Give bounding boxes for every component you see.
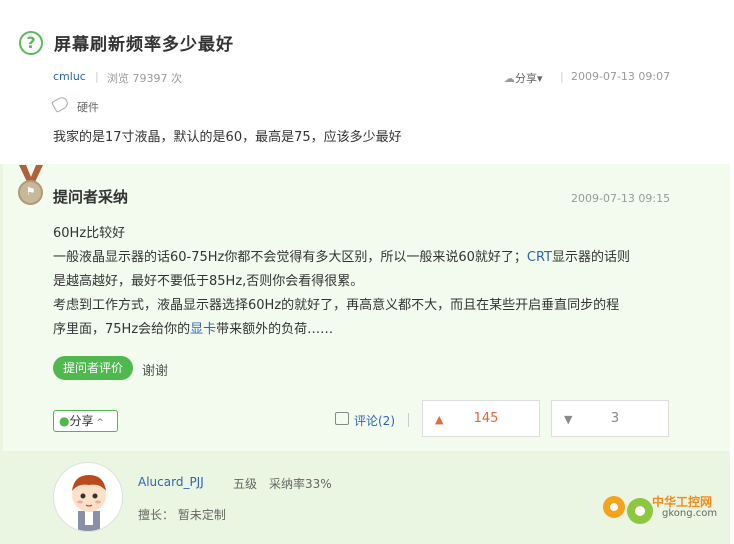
user-adopt-rate: 采纳率33% — [269, 477, 332, 491]
comment-icon — [335, 412, 349, 425]
answer-title: 提问者采纳 — [53, 188, 129, 206]
answer-line: 是越高越好，最好不要低于85Hz,否则你会看得很累。 — [53, 274, 364, 289]
answer-body: 60Hz比较好 一般液晶显示器的话60-75Hz你都不会觉得有多大区别，所以一般… — [53, 222, 673, 342]
medal-icon: ⚑ — [18, 180, 43, 205]
tag-icon — [51, 95, 70, 113]
evaluation-text: 谢谢 — [142, 364, 169, 379]
watermark-logo: 中华工控网 gkong.com — [598, 487, 728, 527]
cartoon-avatar-icon — [72, 475, 106, 531]
question-body: 我家的是17寸液晶，默认的是60，最高是75，应该多少最好 — [53, 130, 402, 145]
answerer-name-link[interactable]: Alucard_PJJ — [138, 475, 204, 489]
answer-line: 考虑到工作方式，液晶显示器选择60Hz的就好了，再高意义都不大，而且在某些开启垂… — [53, 298, 620, 313]
answer-text: 带来额外的负荷…… — [216, 322, 334, 337]
question-tag[interactable]: 硬件 — [77, 99, 99, 115]
downvote-button[interactable]: ▼ 3 — [551, 400, 669, 437]
question-views: 浏览 79397 次 — [107, 72, 182, 85]
answer-line: 序里面，75Hz会给你的显卡带来额外的负荷…… — [53, 318, 673, 342]
answer-line: 一般液晶显示器的话60-75Hz你都不会觉得有多大区别，所以一般来说60就好了；… — [53, 246, 673, 270]
question-title: 屏幕刷新频率多少最好 — [54, 35, 234, 55]
wechat-icon: ● — [59, 414, 70, 428]
thumbs-down-icon: ▼ — [564, 413, 573, 426]
answer-text: 一般液晶显示器的话60-75Hz你都不会觉得有多大区别，所以一般来说60就好了； — [53, 250, 527, 265]
answer-share-button[interactable]: ●分享 ^ — [53, 410, 118, 432]
divider — [408, 413, 409, 427]
question-date: 2009-07-13 09:07 — [571, 70, 671, 83]
answer-date: 2009-07-13 09:15 — [571, 192, 671, 205]
answer-text: 显示器的话则 — [552, 250, 631, 265]
comment-link[interactable]: 评论(2) — [354, 412, 395, 429]
graphics-card-link[interactable]: 显卡 — [190, 322, 216, 337]
answer-text: 序里面，75Hz会给你的 — [53, 322, 191, 337]
answer-share-label: 分享 — [69, 414, 94, 428]
user-level: 五级 — [233, 477, 258, 491]
question-author-link[interactable]: cmluc — [53, 70, 86, 83]
question-share-button[interactable]: ☁分享▾ — [504, 70, 543, 86]
user-skill: 擅长： 暂未定制 — [138, 508, 226, 522]
question-icon: ? — [19, 31, 43, 55]
chevron-up-icon: ^ — [93, 418, 104, 428]
avatar[interactable] — [53, 462, 123, 532]
asker-evaluation-button[interactable]: 提问者评价 — [53, 356, 133, 380]
answer-line: 60Hz比较好 — [53, 226, 126, 241]
gear-icon — [603, 496, 653, 524]
meta-separator: | — [95, 70, 99, 83]
share-icon: ☁ — [504, 72, 515, 85]
crt-link[interactable]: CRT — [527, 250, 552, 265]
thumbs-up-icon: ▲ — [435, 413, 444, 426]
watermark-site: gkong.com — [662, 508, 718, 519]
question-share-label: 分享 — [515, 72, 537, 85]
upvote-button[interactable]: ▲ 145 — [422, 400, 540, 437]
meta-separator: | — [560, 70, 564, 83]
chevron-down-icon: ▾ — [537, 72, 543, 85]
